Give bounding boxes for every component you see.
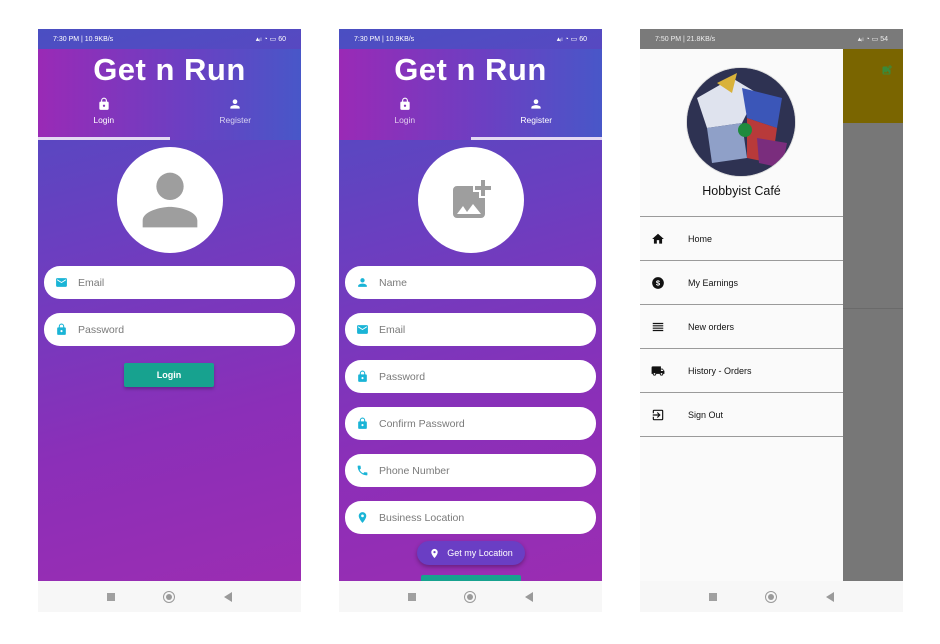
register-phone-screen: 7:30 PM | 10.9KB/s ▴ᵢₗ ◔ ▭ 60 Get n Run … bbox=[339, 29, 602, 612]
lock-icon bbox=[57, 323, 66, 335]
home-nav-icon[interactable] bbox=[163, 590, 176, 603]
app-bar: Get n Run Login Register bbox=[38, 49, 301, 140]
location-pin-icon bbox=[431, 548, 438, 558]
menu-item-label: History - Orders bbox=[688, 365, 752, 376]
app-bar: Get n Run Login Register bbox=[339, 49, 602, 140]
status-time: 7:30 PM | 10.9KB/s bbox=[354, 35, 415, 43]
system-nav-bar bbox=[339, 581, 602, 612]
location-field[interactable] bbox=[345, 501, 596, 534]
back-icon[interactable] bbox=[223, 591, 232, 602]
password-input[interactable] bbox=[78, 323, 268, 336]
status-bar: 7:30 PM | 10.9KB/s ▴ᵢₗ ◔ ▭ 60 bbox=[339, 29, 602, 49]
status-time: 7:50 PM | 21.8KB/s bbox=[655, 35, 716, 43]
status-battery: ▴ᵢₗ ◔ ▭ 60 bbox=[556, 36, 587, 43]
home-icon bbox=[652, 233, 664, 244]
app-title: Get n Run bbox=[394, 52, 547, 87]
email-field[interactable] bbox=[345, 313, 596, 346]
profile-avatar[interactable] bbox=[117, 147, 223, 253]
dollar-icon: $ bbox=[652, 276, 664, 289]
confirm-password-input[interactable] bbox=[379, 417, 569, 430]
status-bar: 7:30 PM | 10.9KB/s ▴ᵢₗ ◔ ▭ 60 bbox=[38, 29, 301, 49]
lock-icon bbox=[400, 97, 410, 110]
login-screen-background: 7:30 PM | 10.9KB/s ▴ᵢₗ ◔ ▭ 60 Get n Run … bbox=[38, 29, 301, 581]
person-icon bbox=[531, 99, 541, 109]
tab-login[interactable]: Login bbox=[339, 95, 471, 140]
person-icon bbox=[230, 99, 240, 109]
add-photo-avatar[interactable] bbox=[418, 147, 524, 253]
login-phone-screen: 7:30 PM | 10.9KB/s ▴ᵢₗ ◔ ▭ 60 Get n Run … bbox=[38, 29, 301, 612]
profile-photo bbox=[687, 68, 795, 176]
lock-icon bbox=[358, 417, 367, 429]
add-photo-icon bbox=[882, 65, 892, 75]
tab-login[interactable]: Login bbox=[38, 95, 170, 140]
email-icon bbox=[56, 278, 67, 287]
recents-icon[interactable] bbox=[408, 592, 417, 601]
email-input[interactable] bbox=[379, 323, 569, 336]
tab-bar: Login Register bbox=[38, 95, 301, 140]
email-icon bbox=[357, 325, 368, 334]
home-nav-icon[interactable] bbox=[464, 590, 477, 603]
login-button[interactable]: Login bbox=[124, 363, 214, 387]
menu-item-label: New orders bbox=[688, 321, 735, 332]
name-field[interactable] bbox=[345, 266, 596, 299]
navigation-drawer: Hobbyist Café Home $ My Earnings New ord… bbox=[640, 49, 843, 581]
system-nav-bar bbox=[38, 581, 301, 612]
email-input[interactable] bbox=[78, 276, 268, 289]
tab-register[interactable]: Register bbox=[170, 95, 302, 140]
location-input[interactable] bbox=[379, 511, 569, 524]
drawer-menu: Home $ My Earnings New orders History - … bbox=[640, 216, 843, 437]
menu-item-label: My Earnings bbox=[688, 277, 739, 288]
profile-name: Hobbyist Café bbox=[702, 184, 781, 198]
person-icon bbox=[358, 278, 367, 287]
menu-item-earnings[interactable]: $ My Earnings bbox=[640, 261, 843, 305]
profile-avatar[interactable] bbox=[687, 68, 795, 176]
status-battery: ▴ᵢₗ ◔ ▭ 54 bbox=[857, 36, 888, 43]
location-pin-icon bbox=[358, 512, 367, 523]
status-bar: 7:50 PM | 21.8KB/s ▴ᵢₗ ◔ ▭ 54 bbox=[640, 29, 903, 49]
password-field[interactable] bbox=[44, 313, 295, 346]
app-title: Get n Run bbox=[93, 52, 246, 87]
home-nav-icon[interactable] bbox=[765, 590, 778, 603]
exit-icon bbox=[652, 409, 664, 420]
truck-icon bbox=[651, 365, 665, 376]
tab-bar: Login Register bbox=[339, 95, 602, 140]
menu-item-label: Sign Out bbox=[688, 409, 724, 420]
phone-field[interactable] bbox=[345, 454, 596, 487]
phone-icon bbox=[357, 465, 368, 476]
get-location-button[interactable]: Get my Location bbox=[417, 541, 525, 565]
name-input[interactable] bbox=[379, 276, 569, 289]
status-battery: ▴ᵢₗ ◔ ▭ 60 bbox=[255, 36, 286, 43]
recents-icon[interactable] bbox=[107, 592, 116, 601]
phone-input[interactable] bbox=[379, 464, 569, 477]
drawer-phone-screen: 7:50 PM | 21.8KB/s ▴ᵢₗ ◔ ▭ 54 Hobbyist C… bbox=[640, 29, 903, 612]
tab-register[interactable]: Register bbox=[470, 95, 602, 140]
menu-item-new-orders[interactable]: New orders bbox=[640, 305, 843, 349]
register-screen-background: 7:30 PM | 10.9KB/s ▴ᵢₗ ◔ ▭ 60 Get n Run … bbox=[339, 29, 602, 581]
tab-register-label: Register bbox=[520, 115, 553, 125]
back-icon[interactable] bbox=[825, 591, 834, 602]
status-time: 7:30 PM | 10.9KB/s bbox=[53, 35, 114, 43]
tab-login-label: Login bbox=[394, 115, 416, 125]
lock-icon bbox=[99, 97, 109, 110]
lock-icon bbox=[358, 370, 367, 382]
menu-item-label: Home bbox=[688, 233, 713, 244]
get-location-label: Get my Location bbox=[447, 548, 513, 558]
password-input[interactable] bbox=[379, 370, 569, 383]
confirm-password-field[interactable] bbox=[345, 407, 596, 440]
system-nav-bar bbox=[640, 581, 903, 612]
tab-indicator bbox=[470, 137, 602, 140]
tab-login-label: Login bbox=[93, 115, 115, 125]
menu-item-sign-out[interactable]: Sign Out bbox=[640, 393, 843, 437]
password-field[interactable] bbox=[345, 360, 596, 393]
tab-register-label: Register bbox=[219, 115, 252, 125]
back-icon[interactable] bbox=[524, 591, 533, 602]
recents-icon[interactable] bbox=[709, 592, 718, 601]
account-placeholder-icon bbox=[142, 172, 198, 228]
add-photo-icon bbox=[453, 180, 491, 218]
email-field[interactable] bbox=[44, 266, 295, 299]
menu-item-home[interactable]: Home bbox=[640, 217, 843, 261]
list-icon bbox=[652, 322, 664, 331]
tab-indicator bbox=[38, 137, 170, 140]
menu-item-history[interactable]: History - Orders bbox=[640, 349, 843, 393]
